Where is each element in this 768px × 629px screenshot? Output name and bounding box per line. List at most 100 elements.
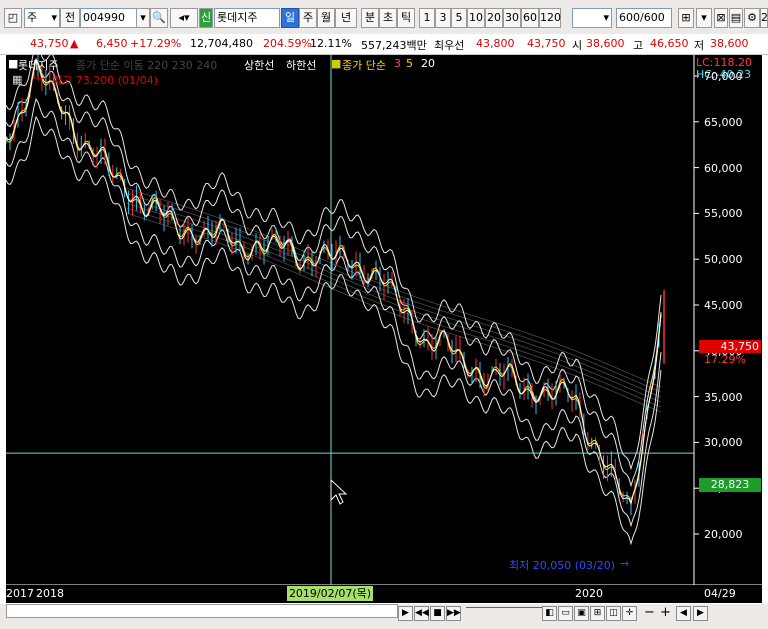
ma-long-line <box>126 192 662 393</box>
upper-band-line <box>6 55 662 471</box>
interval-tab[interactable]: 3 <box>435 8 451 28</box>
legend-ma20: 20 <box>421 57 435 70</box>
interval-input[interactable]: ▾ <box>572 8 612 28</box>
stop-icon[interactable]: ■ <box>430 606 445 621</box>
low-label: 저 <box>694 39 705 52</box>
period-tab[interactable]: 주 <box>299 8 317 28</box>
high-note: 최고 73,200 (01/04) <box>52 74 159 87</box>
best-ask-label: 최우선 <box>434 39 465 52</box>
zoom-reset-icon[interactable]: ▣ <box>574 606 589 621</box>
y-tick-label: 70,000 <box>704 70 743 83</box>
count-input[interactable]: 600/600 <box>616 8 672 28</box>
turnover-value: 12.11% <box>310 37 352 50</box>
legend-ma3: 3 <box>394 57 401 70</box>
amount-value: 557,243백만 <box>361 39 427 52</box>
x-label-2020: 2020 <box>575 587 603 600</box>
chevron-right-icon[interactable]: ▶ <box>693 606 708 621</box>
grid-small-icon[interactable]: ⊞ <box>590 606 605 621</box>
interval-tab[interactable]: 10 <box>467 8 485 28</box>
chevron-down-icon: ▾ <box>603 11 609 24</box>
forward-icon[interactable]: ▶▶ <box>446 606 461 621</box>
zoom-slider[interactable] <box>466 607 542 620</box>
count-value: 600 <box>619 11 640 24</box>
lower-band-line <box>6 115 662 546</box>
plus-icon[interactable]: + <box>658 606 673 621</box>
rewind-icon[interactable]: ◀◀ <box>414 606 429 621</box>
legend-ma5: 5 <box>406 57 413 70</box>
crosshair-icon[interactable]: ✛ <box>622 606 637 621</box>
cursor-arrow-icon <box>330 478 348 505</box>
interval-tab[interactable]: 30 <box>503 8 521 28</box>
table-icon[interactable]: ▦ <box>12 73 22 86</box>
period-tab[interactable]: 분 <box>361 8 379 28</box>
open-value: 38,600 <box>586 37 625 50</box>
legend-lower: 하한선 <box>286 59 317 72</box>
y-tick-label: 65,000 <box>704 115 743 129</box>
chevron-down-icon: ▾ <box>51 11 57 24</box>
compare-icon[interactable]: ⊠ <box>714 8 728 28</box>
up-arrow-icon: ▲ <box>70 37 79 50</box>
play-icon[interactable]: ▶ <box>398 606 413 621</box>
period-tab[interactable]: 초 <box>379 8 397 28</box>
chart-type-icon[interactable]: ◰ <box>4 8 22 28</box>
period-tab[interactable]: 년 <box>335 8 357 28</box>
split-icon[interactable]: ◫ <box>606 606 621 621</box>
scroll-track[interactable] <box>6 604 398 618</box>
change-pct: +17.29% <box>130 37 182 50</box>
ma-long-line <box>126 202 662 403</box>
interval-tab[interactable]: 120 <box>539 8 561 28</box>
y-tick-label: 20,000 <box>704 528 743 541</box>
toolbar: ◰ 주 ▾ 전 004990 ▾ 🔍 ◂▾ 신 롯데지주 일주월년분초틱 135… <box>0 0 768 35</box>
search-icon[interactable]: 🔍 <box>150 8 168 28</box>
full-toggle[interactable]: 전 <box>60 8 80 28</box>
code-input[interactable]: 004990 <box>80 8 138 28</box>
ma20-line <box>6 58 662 506</box>
grid-icon[interactable]: ⊞ <box>678 8 694 28</box>
period-tab[interactable]: 틱 <box>397 8 415 28</box>
zoom-fit-icon[interactable]: ▭ <box>558 606 573 621</box>
type-select[interactable]: 주 ▾ <box>24 8 60 28</box>
lower-band-line <box>6 97 662 528</box>
gear-icon[interactable]: ⚙ <box>744 8 760 28</box>
period-tab[interactable]: 월 <box>317 8 335 28</box>
best-bid-value: 43,750 <box>527 37 566 50</box>
interval-tab[interactable]: 60 <box>521 8 539 28</box>
best-ask-value: 43,800 <box>476 37 515 50</box>
chevron-left-icon[interactable]: ◀ <box>676 606 691 621</box>
chart-navigator: ▶ ◀◀ ■ ▶▶ ◧ ▭ ▣ ⊞ ◫ ✛ − + ◀ ▶ <box>0 604 768 629</box>
legend-upper: 상한선 <box>244 59 275 72</box>
x-label-2017: 2017 <box>6 587 34 600</box>
y-tick-label: 55,000 <box>704 207 743 221</box>
price-value: 43,750 <box>30 37 69 50</box>
legend-stock-name: 롯데지주 <box>18 59 59 72</box>
interval-tab[interactable]: 1 <box>419 8 435 28</box>
type-select-label: 주 <box>27 11 38 24</box>
high-value: 46,650 <box>650 37 689 50</box>
x-axis: 2017 2018 2019/02/07(목) 2020 04/29 <box>6 585 762 603</box>
stock-name-field[interactable]: 롯데지주 <box>214 8 280 28</box>
last-pct: 17.29% <box>704 353 746 366</box>
crosshair-price-tag: 28,823 <box>699 478 761 492</box>
interval-tab[interactable]: 20 <box>485 8 503 28</box>
count-total: /600 <box>640 11 665 24</box>
y-tick-label: 35,000 <box>704 390 743 404</box>
upper-band-line <box>6 57 662 488</box>
volume-ratio: 204.59% <box>263 37 312 50</box>
save-icon[interactable]: ▤ <box>729 8 743 28</box>
ma-long-line <box>126 207 662 408</box>
ma5-line <box>6 59 662 505</box>
legend-square-icon: ■ <box>8 57 19 70</box>
end-date-label: 04/29 <box>704 587 736 600</box>
period-tab[interactable]: 일 <box>281 8 299 28</box>
interval-tab[interactable]: 5 <box>451 8 467 28</box>
minus-icon[interactable]: − <box>642 606 657 621</box>
chevron-down-icon[interactable]: ▾ <box>696 8 712 28</box>
volume-value: 12,704,480 <box>190 37 253 50</box>
price-chart[interactable]: ■ 롯데지주 종가 단순 이동 220 230 240 상한선 하한선 ■ 종가… <box>6 55 762 603</box>
high-label: 고 <box>633 39 644 52</box>
high-marker-icon: ← <box>36 72 46 85</box>
chevron-down-icon[interactable]: ▾ <box>136 8 150 28</box>
zoom-out-icon[interactable]: ◧ <box>542 606 557 621</box>
sound-icon[interactable]: ◂▾ <box>170 8 198 28</box>
crosshair-date-tag: 2019/02/07(목) <box>287 586 373 601</box>
